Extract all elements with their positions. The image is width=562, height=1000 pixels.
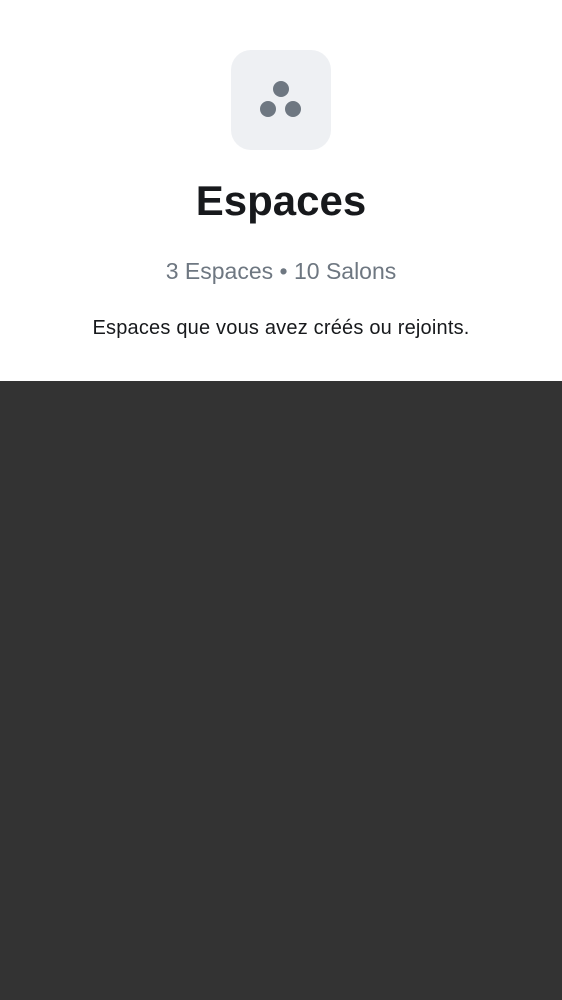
sheet-backdrop[interactable] [0, 381, 562, 1000]
sheet-description: Espaces que vous avez créés ou rejoints. [92, 317, 470, 339]
sheet-title: Espaces [195, 177, 367, 224]
spaces-count: 3 Espaces [165, 258, 274, 284]
rooms-count: 10 Salons [293, 258, 397, 284]
spaces-icon [231, 50, 331, 150]
summary-separator: • [279, 258, 288, 284]
spaces-summary: 3 Espaces • 10 Salons [0, 256, 562, 286]
spaces-info-sheet: Espaces 3 Espaces • 10 Salons Espaces qu… [0, 0, 562, 381]
